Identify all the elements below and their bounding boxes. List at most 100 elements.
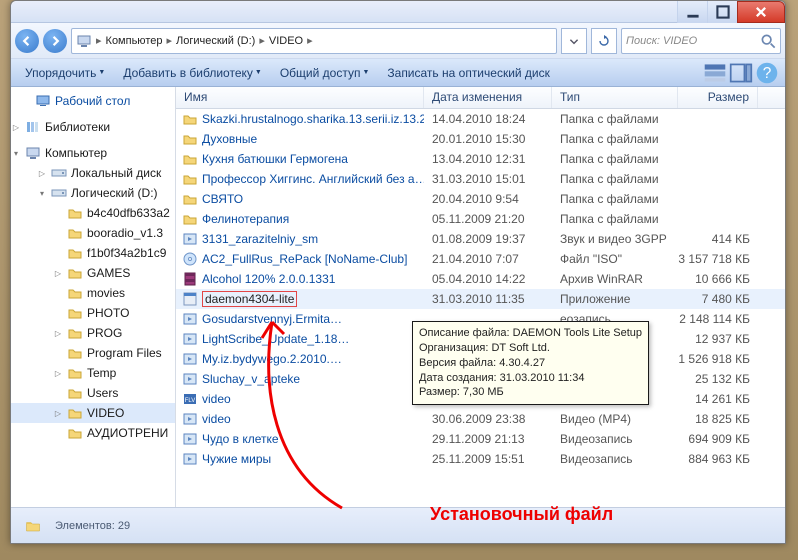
folder-icon <box>67 405 83 421</box>
file-row[interactable]: Профессор Хиггинс. Английский без а…31.0… <box>176 169 785 189</box>
tree-item[interactable]: Program Files <box>11 343 175 363</box>
burn-button[interactable]: Записать на оптический диск <box>379 63 558 83</box>
file-date: 13.04.2010 12:31 <box>424 152 552 166</box>
tree-logical-disk[interactable]: ▾Логический (D:) <box>11 183 175 203</box>
refresh-button[interactable] <box>591 28 617 54</box>
help-button[interactable]: ? <box>755 62 779 84</box>
file-date: 20.04.2010 9:54 <box>424 192 552 206</box>
tree-item[interactable]: booradio_v1.3 <box>11 223 175 243</box>
file-list[interactable]: Имя Дата изменения Тип Размер Skazki.hru… <box>176 87 785 507</box>
col-size[interactable]: Размер <box>678 87 758 108</box>
file-icon <box>182 271 198 287</box>
file-date: 14.04.2010 18:24 <box>424 112 552 126</box>
minimize-button[interactable] <box>677 1 707 23</box>
view-button[interactable] <box>703 62 727 84</box>
tree-local-disk[interactable]: ▷Локальный диск <box>11 163 175 183</box>
folder-icon <box>67 265 83 281</box>
maximize-button[interactable] <box>707 1 737 23</box>
file-row[interactable]: Alcohol 120% 2.0.0.133105.04.2010 14:22А… <box>176 269 785 289</box>
file-icon <box>182 191 198 207</box>
tree-libraries[interactable]: ▷Библиотеки <box>11 111 175 137</box>
file-icon <box>182 371 198 387</box>
tree-item[interactable]: ▷Temp <box>11 363 175 383</box>
file-icon <box>182 431 198 447</box>
file-row[interactable]: Духовные20.01.2010 15:30Папка с файлами <box>176 129 785 149</box>
file-date: 25.11.2009 15:51 <box>424 452 552 466</box>
folder-icon <box>67 205 83 221</box>
file-name: video <box>202 412 231 426</box>
organize-button[interactable]: Упорядочить▼ <box>17 63 113 83</box>
file-icon <box>182 331 198 347</box>
share-button[interactable]: Общий доступ▼ <box>272 63 378 83</box>
file-type: Звук и видео 3GPP <box>552 232 678 246</box>
file-tooltip: Описание файла: DAEMON Tools Lite Setup … <box>412 321 649 405</box>
file-row[interactable]: СВЯТО20.04.2010 9:54Папка с файлами <box>176 189 785 209</box>
col-type[interactable]: Тип <box>552 87 678 108</box>
nav-tree[interactable]: Рабочий стол ▷Библиотеки ▾Компьютер ▷Лок… <box>11 87 176 507</box>
computer-icon <box>76 33 92 49</box>
file-name: Sluchay_v_apteke <box>202 372 300 386</box>
file-date: 01.08.2009 19:37 <box>424 232 552 246</box>
history-dropdown[interactable] <box>561 28 587 54</box>
svg-text:?: ? <box>763 65 772 82</box>
file-row[interactable]: 3131_zarazitelniy_sm01.08.2009 19:37Звук… <box>176 229 785 249</box>
tree-item[interactable]: ▷GAMES <box>11 263 175 283</box>
file-icon: FLV <box>182 391 198 407</box>
search-input[interactable]: Поиск: VIDEO <box>621 28 781 54</box>
file-type: Папка с файлами <box>552 192 678 206</box>
close-button[interactable] <box>737 1 785 23</box>
crumb[interactable]: Компьютер <box>106 35 163 47</box>
file-icon <box>182 291 198 307</box>
file-row[interactable]: Кухня батюшки Гермогена13.04.2010 12:31П… <box>176 149 785 169</box>
file-icon <box>182 451 198 467</box>
file-row[interactable]: video30.06.2009 23:38Видео (MP4)18 825 К… <box>176 409 785 429</box>
drive-icon <box>51 185 67 201</box>
col-date[interactable]: Дата изменения <box>424 87 552 108</box>
file-row[interactable]: AC2_FullRus_RePack [NoName-Club]21.04.20… <box>176 249 785 269</box>
tree-desktop[interactable]: Рабочий стол <box>11 91 175 111</box>
forward-button[interactable] <box>43 29 67 53</box>
file-row[interactable]: Skazki.hrustalnogo.sharika.13.serii.iz.1… <box>176 109 785 129</box>
tree-computer[interactable]: ▾Компьютер <box>11 137 175 163</box>
nav-bar: ▸ Компьютер ▸ Логический (D:) ▸ VIDEO ▸ … <box>11 23 785 59</box>
file-row[interactable]: Фелинотерапия05.11.2009 21:20Папка с фай… <box>176 209 785 229</box>
file-size: 884 963 КБ <box>678 452 758 466</box>
file-row[interactable]: daemon4304-lite31.03.2010 11:35Приложени… <box>176 289 785 309</box>
back-button[interactable] <box>15 29 39 53</box>
tree-item[interactable]: ▷VIDEO <box>11 403 175 423</box>
file-name: Skazki.hrustalnogo.sharika.13.serii.iz.1… <box>202 112 424 126</box>
add-to-library-button[interactable]: Добавить в библиотеку▼ <box>115 63 269 83</box>
file-icon <box>182 251 198 267</box>
file-name: LightScribe_Update_1.18… <box>202 332 349 346</box>
file-date: 05.11.2009 21:20 <box>424 212 552 226</box>
tree-item[interactable]: movies <box>11 283 175 303</box>
tree-item[interactable]: Users <box>11 383 175 403</box>
tree-item[interactable]: ▷PROG <box>11 323 175 343</box>
preview-pane-button[interactable] <box>729 62 753 84</box>
tree-item[interactable]: b4c40dfb633a2 <box>11 203 175 223</box>
tree-item[interactable]: АУДИОТРЕНИ <box>11 423 175 443</box>
desktop-icon <box>35 93 51 109</box>
file-row[interactable]: Чужие миры25.11.2009 15:51Видеозапись884… <box>176 449 785 469</box>
col-name[interactable]: Имя <box>176 87 424 108</box>
file-size: 14 261 КБ <box>678 392 758 406</box>
file-icon <box>182 311 198 327</box>
file-name: My.iz.bydywego.2.2010.… <box>202 352 342 366</box>
tree-item[interactable]: f1b0f34a2b1c9 <box>11 243 175 263</box>
computer-icon <box>25 145 41 161</box>
file-date: 05.04.2010 14:22 <box>424 272 552 286</box>
file-type: Видео (MP4) <box>552 412 678 426</box>
file-date: 30.06.2009 23:38 <box>424 412 552 426</box>
breadcrumb[interactable]: ▸ Компьютер ▸ Логический (D:) ▸ VIDEO ▸ <box>71 28 557 54</box>
file-row[interactable]: Чудо в клетке29.11.2009 21:13Видеозапись… <box>176 429 785 449</box>
tree-item[interactable]: PHOTO <box>11 303 175 323</box>
file-size: 12 937 КБ <box>678 332 758 346</box>
file-name: Чудо в клетке <box>202 432 279 446</box>
file-icon <box>182 111 198 127</box>
file-type: Папка с файлами <box>552 112 678 126</box>
column-headers[interactable]: Имя Дата изменения Тип Размер <box>176 87 785 109</box>
file-name: Alcohol 120% 2.0.0.1331 <box>202 272 335 286</box>
file-size: 1 526 918 КБ <box>678 352 758 366</box>
crumb[interactable]: Логический (D:) <box>176 35 255 47</box>
crumb[interactable]: VIDEO <box>269 35 303 47</box>
